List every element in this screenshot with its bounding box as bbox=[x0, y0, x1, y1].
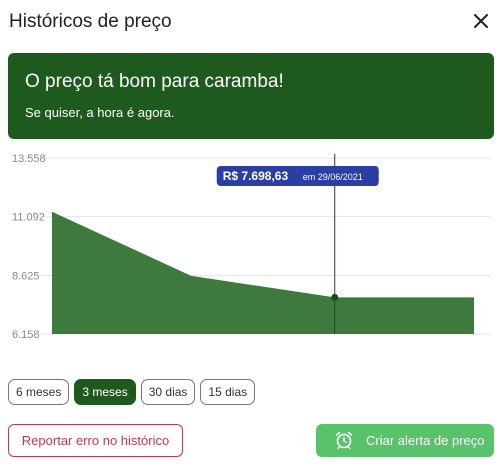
y-tick-label: 6.158 bbox=[12, 329, 40, 341]
close-icon[interactable] bbox=[468, 8, 494, 34]
tooltip-price: R$ 7.698,63 bbox=[223, 169, 289, 183]
range-selector: 6 meses 3 meses 30 dias 15 dias bbox=[8, 379, 256, 405]
modal-title: Históricos de preço bbox=[9, 11, 172, 32]
y-tick-label: 8.625 bbox=[12, 270, 40, 282]
price-history-chart: 13.558 11.092 8.625 6.158 R$ 7.698,63 em 29/0… bbox=[0, 150, 500, 350]
banner-subtitle: Se quiser, a hora é agora. bbox=[25, 105, 175, 120]
highlight-point bbox=[331, 293, 339, 301]
price-verdict-banner: O preço tá bom para caramba! Se quiser, … bbox=[8, 53, 494, 139]
range-30-dias-button[interactable]: 30 dias bbox=[140, 379, 196, 405]
y-tick-label: 11.092 bbox=[12, 212, 45, 224]
chart-svg: 13.558 11.092 8.625 6.158 R$ 7.698,63 em 29/0… bbox=[12, 153, 490, 341]
modal-header: Históricos de preço bbox=[0, 0, 500, 44]
range-15-dias-button[interactable]: 15 dias bbox=[200, 379, 256, 405]
range-6-meses-button[interactable]: 6 meses bbox=[8, 379, 70, 405]
range-3-meses-button[interactable]: 3 meses bbox=[74, 379, 136, 405]
tooltip-date: em 29/06/2021 bbox=[303, 172, 363, 182]
y-tick-label: 13.558 bbox=[12, 153, 46, 165]
create-price-alert-label: Criar alerta de preço bbox=[366, 433, 485, 448]
alarm-clock-icon bbox=[334, 430, 354, 450]
create-price-alert-button[interactable]: Criar alerta de preço bbox=[316, 424, 494, 457]
report-error-button[interactable]: Reportar erro no histórico bbox=[8, 424, 183, 457]
price-area bbox=[52, 211, 474, 334]
banner-title: O preço tá bom para caramba! bbox=[25, 71, 284, 92]
